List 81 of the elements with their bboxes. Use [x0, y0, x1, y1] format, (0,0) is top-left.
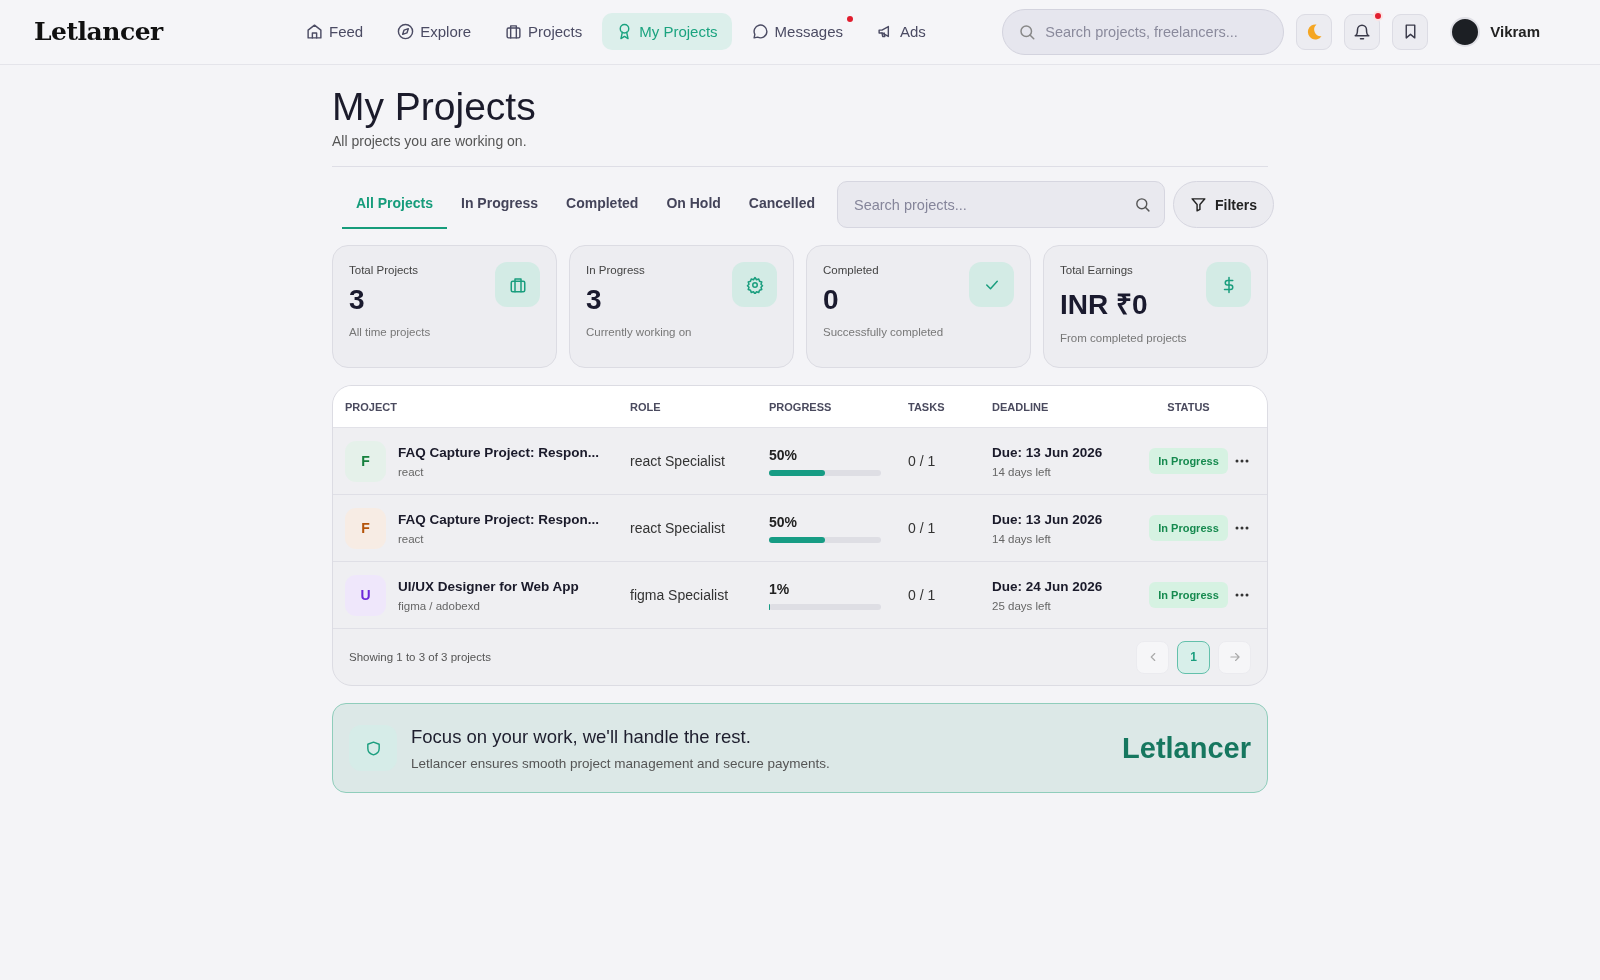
stat-value: 0 — [823, 284, 839, 316]
arrow-right-icon — [1227, 650, 1242, 664]
bookmark-button[interactable] — [1392, 13, 1429, 50]
shield-icon — [364, 739, 382, 757]
nav-tab[interactable]: Explore — [383, 13, 486, 50]
status-badge: In Progress — [1149, 515, 1228, 541]
search-icon — [1134, 196, 1151, 213]
stat-value: 3 — [349, 284, 365, 316]
nav-tab[interactable]: Ads — [863, 13, 940, 50]
tasks-count: 0 / 1 — [908, 453, 937, 469]
avatar[interactable] — [1450, 16, 1481, 47]
project-initial: F — [361, 520, 370, 536]
filters-button[interactable]: Filters — [1173, 181, 1274, 228]
stat-caption: From completed projects — [1060, 332, 1188, 344]
project-title[interactable]: FAQ Capture Project: Respon... — [398, 511, 600, 527]
user-name[interactable]: Vikram — [1490, 23, 1540, 40]
project-title[interactable]: UI/UX Designer for Web App — [398, 578, 579, 594]
banner-title: Focus on your work, we'll handle the rest. — [411, 725, 752, 748]
role-text: react Specialist — [630, 453, 726, 469]
progress-percent: 50% — [769, 513, 799, 530]
column-header: PROJECT — [345, 400, 398, 413]
project-skills: react — [398, 532, 425, 545]
nav-tab[interactable]: Feed — [292, 13, 378, 50]
brand-name: Letlancer — [1122, 731, 1251, 765]
column-header: PROGRESS — [769, 400, 833, 413]
role-text: react Specialist — [630, 520, 726, 536]
page-subtitle: All projects you are working on. — [332, 133, 528, 149]
search-field[interactable]: Search projects... — [837, 181, 1165, 228]
days-left: 25 days left — [992, 599, 1052, 612]
banner-text: Letlancer ensures smooth project management and secure payments. — [411, 755, 830, 771]
nav-tab[interactable]: Messages — [737, 13, 857, 50]
home-icon — [306, 23, 323, 40]
stat-caption: Successfully completed — [823, 326, 945, 338]
stat-label: In Progress — [586, 264, 646, 276]
stat-value: 3 — [586, 284, 602, 316]
column-header: ROLE — [630, 400, 662, 413]
stat-caption: Currently working on — [586, 326, 693, 338]
column-header: STATUS — [1166, 400, 1211, 413]
nav-tab[interactable]: Projects — [491, 13, 597, 50]
chat-icon — [751, 23, 769, 40]
deadline-date: Due: 24 Jun 2026 — [992, 578, 1104, 594]
status-badge: In Progress — [1149, 582, 1228, 608]
project-title[interactable]: FAQ Capture Project: Respon... — [398, 444, 600, 460]
column-header: TASKS — [908, 400, 946, 413]
filter-tab[interactable]: Cancelled — [734, 180, 829, 229]
stat-value: INR ₹0 — [1060, 288, 1148, 322]
filter-tab[interactable]: In Progress — [447, 180, 553, 229]
search-icon — [1018, 22, 1037, 41]
settings-icon — [745, 275, 764, 294]
stat-label: Total Projects — [349, 264, 420, 276]
stat-label: Completed — [823, 264, 880, 276]
role-text: figma Specialist — [630, 587, 730, 603]
page-title: My Projects — [332, 85, 537, 129]
status-badge: In Progress — [1149, 448, 1228, 474]
tasks-count: 0 / 1 — [908, 520, 937, 536]
days-left: 14 days left — [992, 532, 1052, 545]
stat-label: Total Earnings — [1060, 264, 1134, 276]
filter-tab[interactable]: Completed — [552, 180, 653, 229]
deadline-date: Due: 13 Jun 2026 — [992, 511, 1104, 527]
deadline-date: Due: 13 Jun 2026 — [992, 444, 1104, 460]
logo[interactable]: Letlancer — [34, 17, 292, 46]
bell-icon — [1353, 22, 1372, 41]
project-initial: F — [361, 453, 370, 469]
project-initial: U — [360, 587, 371, 603]
filter-icon — [1190, 196, 1207, 213]
tasks-count: 0 / 1 — [908, 587, 937, 603]
project-skills: figma / adobexd — [398, 599, 481, 612]
briefcase-icon — [508, 275, 527, 294]
days-left: 14 days left — [992, 465, 1052, 478]
briefcase-icon — [505, 23, 523, 40]
column-header: DEADLINE — [992, 400, 1050, 413]
notifications-button[interactable] — [1344, 13, 1381, 50]
compass-icon — [397, 23, 415, 40]
filter-tab[interactable]: On Hold — [652, 180, 735, 229]
search-field[interactable]: Search projects, freelancers... — [1002, 8, 1285, 55]
progress-percent: 50% — [769, 446, 799, 463]
project-skills: react — [398, 465, 425, 478]
progress-percent: 1% — [769, 580, 791, 597]
stat-caption: All time projects — [349, 326, 432, 338]
theme-toggle-button[interactable] — [1296, 13, 1333, 50]
pagination-summary: Showing 1 to 3 of 3 projects — [349, 651, 491, 663]
